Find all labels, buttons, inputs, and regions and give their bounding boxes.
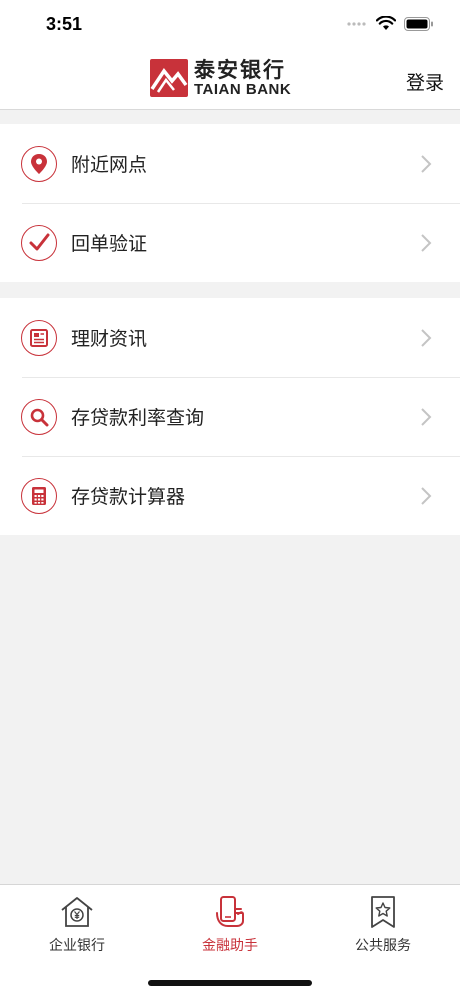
menu-item-wealth-news[interactable]: 理财资讯 (0, 298, 460, 377)
house-yen-icon (61, 897, 93, 927)
status-bar: 3:51 (0, 0, 460, 50)
chevron-right-icon (421, 487, 432, 505)
menu-item-receipt-verification[interactable]: 回单验证 (0, 203, 460, 282)
tab-enterprise-banking[interactable]: 企业银行 (17, 895, 137, 965)
wifi-icon (376, 16, 396, 30)
bank-logo-icon (150, 59, 188, 97)
newspaper-icon (21, 320, 57, 356)
phone-hand-icon (216, 896, 244, 927)
signal-icon (347, 21, 366, 26)
chevron-right-icon (421, 329, 432, 347)
menu-item-label: 存贷款计算器 (71, 486, 186, 508)
status-time: 3:51 (46, 14, 83, 34)
menu-item-label: 存贷款利率查询 (71, 407, 205, 429)
location-pin-icon (21, 146, 57, 182)
chevron-right-icon (421, 234, 432, 252)
tab-label: 企业银行 (49, 938, 105, 954)
status-icons (346, 16, 434, 31)
chevron-right-icon (421, 155, 432, 173)
search-icon (21, 399, 57, 435)
calculator-icon (21, 478, 57, 514)
star-ribbon-icon (371, 896, 395, 928)
bank-logo: 泰安银行 TAIAN BANK (150, 58, 291, 98)
menu-group-1: 附近网点 回单验证 (0, 124, 460, 282)
tab-label: 公共服务 (355, 938, 411, 954)
menu-group-2: 理财资讯 存贷款利率查询 存贷款计算器 (0, 298, 460, 535)
tab-financial-assistant[interactable]: 金融助手 (170, 895, 290, 965)
battery-icon (404, 16, 433, 31)
menu-item-label: 回单验证 (71, 233, 148, 255)
menu-item-label: 理财资讯 (71, 328, 148, 350)
tab-label: 金融助手 (202, 938, 258, 954)
app-header: 泰安银行 TAIAN BANK 登录 (0, 50, 460, 110)
check-mark-icon (21, 225, 57, 261)
menu-item-label: 附近网点 (71, 154, 148, 176)
menu-item-nearby-branches[interactable]: 附近网点 (0, 124, 460, 203)
tab-public-services[interactable]: 公共服务 (323, 895, 443, 965)
home-indicator[interactable] (148, 980, 312, 986)
logo-chinese-name: 泰安银行 (194, 57, 286, 82)
menu-item-loan-calculator[interactable]: 存贷款计算器 (0, 456, 460, 535)
logo-english-name: TAIAN BANK (194, 81, 292, 98)
menu-item-interest-rate-query[interactable]: 存贷款利率查询 (0, 377, 460, 456)
chevron-right-icon (421, 408, 432, 426)
login-button[interactable]: 登录 (406, 68, 444, 95)
